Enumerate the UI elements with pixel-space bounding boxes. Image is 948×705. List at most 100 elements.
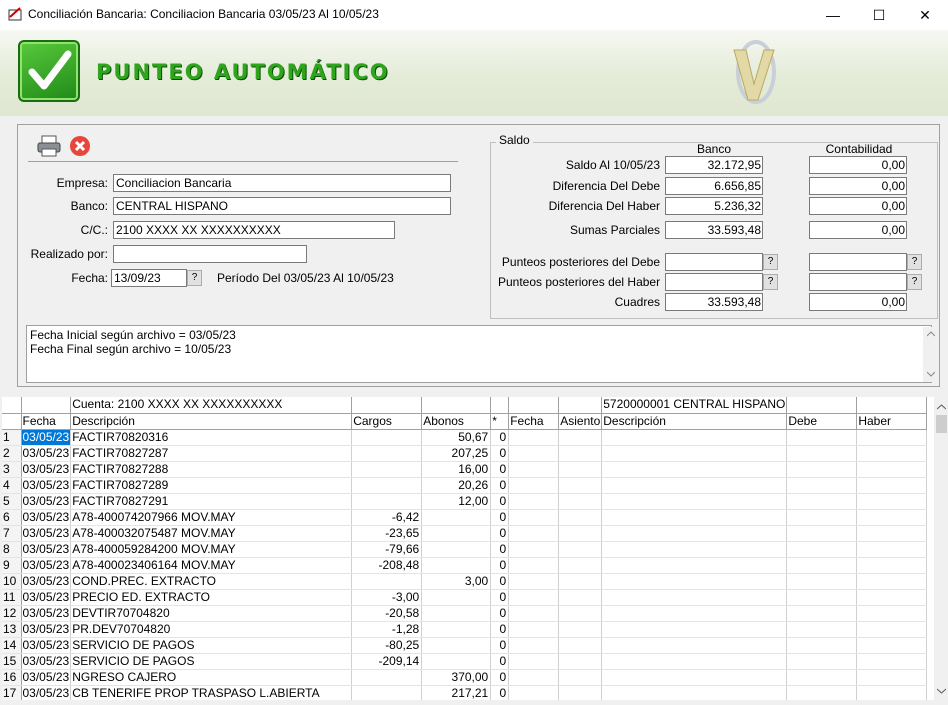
- descripcion-cell[interactable]: DEVTIR70704820: [70, 605, 353, 622]
- asiento-cell[interactable]: [558, 525, 603, 542]
- descripcion-cell[interactable]: NGRESO CAJERO: [70, 669, 353, 686]
- fecha-contab-cell[interactable]: [508, 653, 560, 670]
- descripcion-cell[interactable]: A78-400074207966 MOV.MAY: [70, 509, 353, 526]
- descripcion-cell[interactable]: CB TENERIFE PROP TRASPASO L.ABIERTA: [70, 685, 353, 700]
- grid-scrollbar[interactable]: [935, 397, 948, 700]
- row-number-cell[interactable]: 17: [2, 685, 22, 700]
- table-row[interactable]: 17 03/05/23 CB TENERIFE PROP TRASPASO L.AB…: [2, 685, 928, 700]
- abonos-cell[interactable]: 20,26: [421, 477, 492, 494]
- cargos-cell[interactable]: -209,14: [351, 653, 423, 670]
- fecha-contab-cell[interactable]: [508, 429, 560, 446]
- descripcion-contab-cell[interactable]: [601, 461, 788, 478]
- debe-cell[interactable]: [786, 461, 858, 478]
- descripcion-contab-cell[interactable]: [601, 621, 788, 638]
- cargos-cell[interactable]: -20,58: [351, 605, 423, 622]
- table-row[interactable]: 13 03/05/23 PR.DEV70704820 -1,28 0: [2, 621, 928, 638]
- close-button[interactable]: ✕: [902, 0, 948, 30]
- table-row[interactable]: 2 03/05/23 FACTIR70827287 207,25 0: [2, 445, 928, 462]
- fecha-cell[interactable]: 03/05/23: [21, 605, 72, 622]
- asiento-cell[interactable]: [558, 541, 603, 558]
- abonos-cell[interactable]: [421, 637, 492, 654]
- row-number-cell[interactable]: 3: [2, 461, 22, 478]
- descripcion-contab-cell[interactable]: [601, 541, 788, 558]
- row-number-cell[interactable]: 1: [2, 429, 22, 446]
- descripcion-contab-cell[interactable]: [601, 493, 788, 510]
- column-header-descripcion-contab[interactable]: Descripción: [601, 413, 788, 430]
- descripcion-cell[interactable]: A78-400032075487 MOV.MAY: [70, 525, 353, 542]
- haber-cell[interactable]: [856, 493, 928, 510]
- star-cell[interactable]: 0: [490, 477, 510, 494]
- star-cell[interactable]: 0: [490, 557, 510, 574]
- asiento-cell[interactable]: [558, 653, 603, 670]
- descripcion-contab-cell[interactable]: [601, 477, 788, 494]
- fecha-cell[interactable]: 03/05/23: [21, 509, 72, 526]
- haber-cell[interactable]: [856, 605, 928, 622]
- fecha-contab-cell[interactable]: [508, 509, 560, 526]
- cargos-cell[interactable]: -6,42: [351, 509, 423, 526]
- abonos-cell[interactable]: [421, 509, 492, 526]
- star-cell[interactable]: 0: [490, 669, 510, 686]
- cargos-cell[interactable]: [351, 445, 423, 462]
- haber-cell[interactable]: [856, 573, 928, 590]
- haber-cell[interactable]: [856, 685, 928, 700]
- haber-cell[interactable]: [856, 637, 928, 654]
- star-cell[interactable]: 0: [490, 509, 510, 526]
- descripcion-cell[interactable]: FACTIR70827288: [70, 461, 353, 478]
- fecha-cell[interactable]: 03/05/23: [21, 637, 72, 654]
- debe-cell[interactable]: [786, 669, 858, 686]
- descripcion-contab-cell[interactable]: [601, 685, 788, 700]
- asiento-cell[interactable]: [558, 557, 603, 574]
- star-cell[interactable]: 0: [490, 429, 510, 446]
- fecha-cell[interactable]: 03/05/23: [21, 573, 72, 590]
- abonos-cell[interactable]: 12,00: [421, 493, 492, 510]
- asiento-cell[interactable]: [558, 493, 603, 510]
- cargos-cell[interactable]: [351, 685, 423, 700]
- debe-cell[interactable]: [786, 685, 858, 700]
- row-number-cell[interactable]: 16: [2, 669, 22, 686]
- fecha-picker-button[interactable]: ?: [187, 270, 202, 286]
- debe-cell[interactable]: [786, 477, 858, 494]
- realizado-field[interactable]: [113, 245, 307, 263]
- fecha-contab-cell[interactable]: [508, 477, 560, 494]
- abonos-cell[interactable]: [421, 605, 492, 622]
- scroll-thumb[interactable]: [936, 415, 947, 433]
- row-number-cell[interactable]: 5: [2, 493, 22, 510]
- fecha-contab-cell[interactable]: [508, 461, 560, 478]
- star-cell[interactable]: 0: [490, 541, 510, 558]
- scroll-up-icon[interactable]: [927, 331, 935, 337]
- star-cell[interactable]: 0: [490, 525, 510, 542]
- cargos-cell[interactable]: [351, 429, 423, 446]
- abonos-cell[interactable]: 16,00: [421, 461, 492, 478]
- descripcion-cell[interactable]: FACTIR70827289: [70, 477, 353, 494]
- debe-cell[interactable]: [786, 653, 858, 670]
- haber-cell[interactable]: [856, 525, 928, 542]
- descripcion-cell[interactable]: COND.PREC. EXTRACTO: [70, 573, 353, 590]
- punteos-haber-contab[interactable]: [809, 273, 907, 291]
- abonos-cell[interactable]: [421, 621, 492, 638]
- fecha-contab-cell[interactable]: [508, 557, 560, 574]
- empresa-field[interactable]: Conciliacion Bancaria: [113, 174, 451, 192]
- asiento-cell[interactable]: [558, 669, 603, 686]
- descripcion-contab-cell[interactable]: [601, 573, 788, 590]
- fecha-cell[interactable]: 03/05/23: [21, 685, 72, 700]
- column-header-star[interactable]: *: [490, 413, 510, 430]
- debe-cell[interactable]: [786, 509, 858, 526]
- star-cell[interactable]: 0: [490, 605, 510, 622]
- table-row[interactable]: 3 03/05/23 FACTIR70827288 16,00 0: [2, 461, 928, 478]
- punteos-debe-contab-button[interactable]: ?: [907, 254, 922, 270]
- row-number-cell[interactable]: 12: [2, 605, 22, 622]
- star-cell[interactable]: 0: [490, 573, 510, 590]
- star-cell[interactable]: 0: [490, 685, 510, 700]
- asiento-cell[interactable]: [558, 445, 603, 462]
- haber-cell[interactable]: [856, 445, 928, 462]
- table-row[interactable]: 9 03/05/23 A78-400023406164 MOV.MAY -208,48…: [2, 557, 928, 574]
- abonos-cell[interactable]: [421, 653, 492, 670]
- fecha-cell[interactable]: 03/05/23: [21, 669, 72, 686]
- table-row[interactable]: 5 03/05/23 FACTIR70827291 12,00 0: [2, 493, 928, 510]
- asiento-cell[interactable]: [558, 637, 603, 654]
- haber-cell[interactable]: [856, 557, 928, 574]
- cargos-cell[interactable]: [351, 461, 423, 478]
- row-number-cell[interactable]: 6: [2, 509, 22, 526]
- row-number-cell[interactable]: 9: [2, 557, 22, 574]
- fecha-cell[interactable]: 03/05/23: [21, 589, 72, 606]
